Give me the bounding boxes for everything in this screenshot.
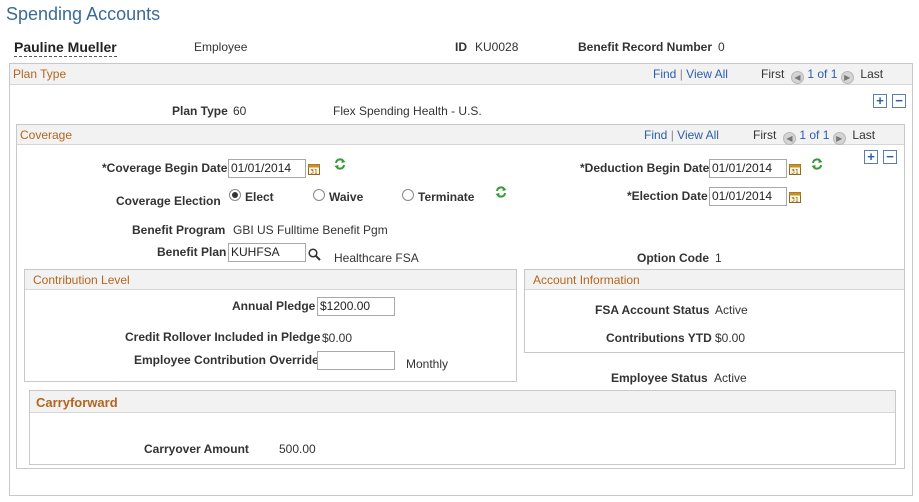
benefit-plan-desc: Healthcare FSA <box>334 251 419 265</box>
coverage-pager-range: 1 of 1 <box>799 128 830 142</box>
coverage-pager: First ◀ 1 of 1 ▶ Last <box>753 128 875 145</box>
option-code-value: 1 <box>715 251 722 265</box>
elect-option-label: Elect <box>245 190 274 204</box>
add-row-plus-icon[interactable]: + <box>873 94 887 108</box>
annual-pledge-label: Annual Pledge <box>232 299 316 313</box>
option-code-label: Option Code <box>637 251 709 265</box>
terminate-radio[interactable] <box>402 189 414 201</box>
svg-text:31: 31 <box>791 197 799 204</box>
coverage-delete-minus-icon[interactable]: − <box>883 150 897 164</box>
id-value: KU0028 <box>475 40 519 54</box>
coverage-nav: Find | View All <box>644 128 719 142</box>
svg-text:31: 31 <box>791 169 799 176</box>
view-all-link[interactable]: View All <box>686 67 728 81</box>
nav-separator: | <box>679 67 683 81</box>
rollover-value: $0.00 <box>322 331 353 345</box>
plan-type-label: Plan Type <box>172 104 228 118</box>
coverage-begin-input[interactable]: 01/01/2014 <box>228 159 306 178</box>
benefit-program-value: GBI US Fulltime Benefit Pgm <box>233 223 388 237</box>
waive-option-label: Waive <box>329 190 364 204</box>
override-input[interactable] <box>317 351 395 370</box>
next-arrow-icon[interactable]: ▶ <box>840 71 854 84</box>
first-label: First <box>761 67 785 81</box>
find-link[interactable]: Find <box>653 67 676 81</box>
election-date-label: *Election Date <box>627 189 708 203</box>
coverage-begin-label: *Coverage Begin Date <box>102 161 228 175</box>
plan-type-pager: First ◀ 1 of 1 ▶ Last <box>761 67 883 84</box>
coverage-find-link[interactable]: Find <box>644 128 667 142</box>
benefit-program-label: Benefit Program <box>132 223 226 237</box>
prev-arrow-icon[interactable]: ◀ <box>791 71 804 84</box>
page-title: Spending Accounts <box>6 4 161 24</box>
benefit-plan-label: Benefit Plan <box>157 245 227 259</box>
calendar-icon[interactable]: 31 <box>789 191 801 203</box>
plan-type-nav: Find | View All <box>653 67 728 81</box>
annual-pledge-input[interactable]: $1200.00 <box>317 297 395 316</box>
refresh-icon[interactable] <box>333 157 347 171</box>
plan-type-title: Plan Type <box>13 67 67 81</box>
coverage-add-plus-icon[interactable]: + <box>864 150 878 164</box>
waive-radio[interactable] <box>313 189 325 201</box>
carryover-amount-label: Carryover Amount <box>144 442 249 456</box>
override-label: Employee Contribution Override <box>134 353 319 367</box>
frequency-label: Monthly <box>406 357 449 371</box>
refresh-icon[interactable] <box>494 185 508 199</box>
carryover-amount-value: 500.00 <box>279 442 316 456</box>
last-label: Last <box>860 67 884 81</box>
fsa-status-value: Active <box>715 303 748 317</box>
election-date-input[interactable]: 01/01/2014 <box>709 187 787 206</box>
refresh-icon[interactable] <box>810 157 824 171</box>
carryforward-header <box>30 391 895 413</box>
coverage-view-all-link[interactable]: View All <box>677 128 719 142</box>
pager-range: 1 of 1 <box>807 67 838 81</box>
coverage-first-label: First <box>753 128 777 142</box>
employee-name: Pauline Mueller <box>14 39 117 57</box>
svg-text:31: 31 <box>310 169 318 176</box>
fsa-status-label: FSA Account Status <box>595 303 710 317</box>
coverage-last-label: Last <box>852 128 876 142</box>
coverage-nav-separator: | <box>670 128 674 142</box>
benefit-record-label: Benefit Record Number <box>578 40 713 54</box>
rollover-label: Credit Rollover Included in Pledge <box>125 330 321 344</box>
employee-status-value: Active <box>714 371 747 385</box>
deduction-begin-label: *Deduction Begin Date <box>580 161 710 175</box>
calendar-icon[interactable]: 31 <box>308 163 320 175</box>
elect-radio[interactable] <box>229 189 241 201</box>
id-label: ID <box>455 40 467 54</box>
search-icon[interactable] <box>308 248 321 261</box>
coverage-prev-arrow-icon[interactable]: ◀ <box>783 132 796 145</box>
contrib-ytd-label: Contributions YTD <box>606 331 712 345</box>
contrib-ytd-value: $0.00 <box>715 331 746 345</box>
employee-role: Employee <box>194 40 248 54</box>
contribution-level-title: Contribution Level <box>33 273 130 287</box>
plan-type-desc: Flex Spending Health - U.S. <box>333 104 482 118</box>
calendar-icon[interactable]: 31 <box>789 163 801 175</box>
employee-status-label: Employee Status <box>611 371 708 385</box>
plan-type-code: 60 <box>233 104 247 118</box>
benefit-plan-input[interactable]: KUHFSA <box>228 243 306 262</box>
account-information-title: Account Information <box>533 273 640 287</box>
carryforward-title: Carryforward <box>36 395 118 410</box>
coverage-next-arrow-icon[interactable]: ▶ <box>832 132 846 145</box>
benefit-record-value: 0 <box>718 40 725 54</box>
terminate-option-label: Terminate <box>418 190 475 204</box>
deduction-begin-input[interactable]: 01/01/2014 <box>709 159 787 178</box>
coverage-title: Coverage <box>20 128 73 142</box>
coverage-election-label: Coverage Election <box>116 194 221 208</box>
delete-row-minus-icon[interactable]: − <box>892 94 906 108</box>
